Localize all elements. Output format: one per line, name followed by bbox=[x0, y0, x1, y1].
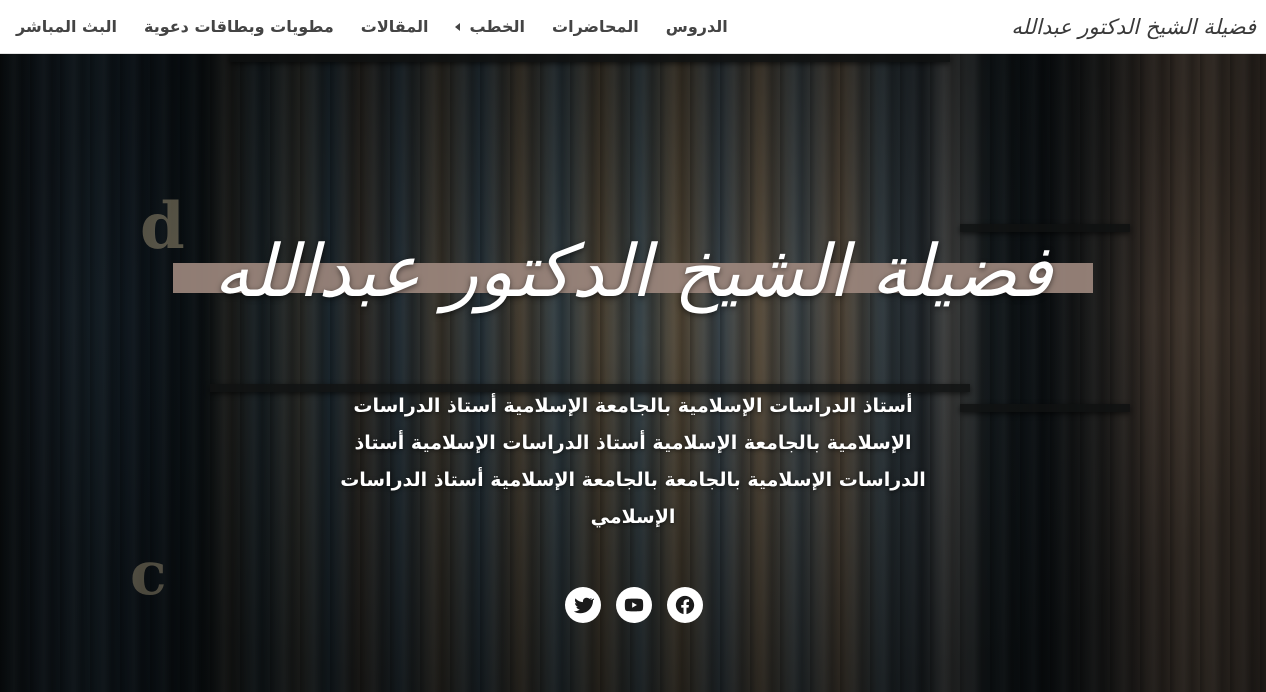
nav-item-label: مطويات وبطاقات دعوية bbox=[143, 17, 334, 36]
nav-item-label: الخطب bbox=[469, 17, 526, 36]
nav-item-leaflets[interactable]: مطويات وبطاقات دعوية bbox=[144, 17, 334, 36]
nav-item-label: الدروس bbox=[665, 17, 728, 36]
nav-item-label: المقالات bbox=[360, 17, 429, 36]
main-nav: الدروس المحاضرات الخطب المقالات مطويات و… bbox=[16, 17, 728, 36]
spine-letter-c: c bbox=[130, 539, 167, 609]
twitter-icon[interactable] bbox=[565, 587, 601, 623]
nav-item-sermons[interactable]: الخطب bbox=[455, 17, 525, 36]
site-logo[interactable]: فضيلة الشيخ الدكتور عبدالله bbox=[1011, 15, 1256, 39]
nav-item-lectures[interactable]: المحاضرات bbox=[552, 17, 639, 36]
site-header: فضيلة الشيخ الدكتور عبدالله الدروس المحا… bbox=[0, 0, 1266, 54]
facebook-icon[interactable] bbox=[667, 587, 703, 623]
social-links bbox=[565, 587, 703, 623]
nav-item-label: المحاضرات bbox=[552, 17, 639, 36]
hero-title: فضيلة الشيخ الدكتور عبدالله bbox=[213, 229, 1053, 313]
nav-item-lessons[interactable]: الدروس bbox=[666, 17, 728, 36]
nav-item-articles[interactable]: المقالات bbox=[361, 17, 429, 36]
page: فضيلة الشيخ الدكتور عبدالله الدروس المحا… bbox=[0, 0, 1266, 692]
nav-item-live-stream[interactable]: البث المباشر bbox=[16, 17, 117, 36]
shelf-divider bbox=[960, 404, 1130, 412]
nav-item-label: البث المباشر bbox=[16, 17, 117, 36]
caret-left-icon bbox=[455, 22, 461, 31]
hero-description: أستاذ الدراسات الإسلامية بالجامعة الإسلا… bbox=[340, 395, 926, 528]
youtube-icon[interactable] bbox=[616, 587, 652, 623]
shelf-divider bbox=[230, 54, 950, 62]
